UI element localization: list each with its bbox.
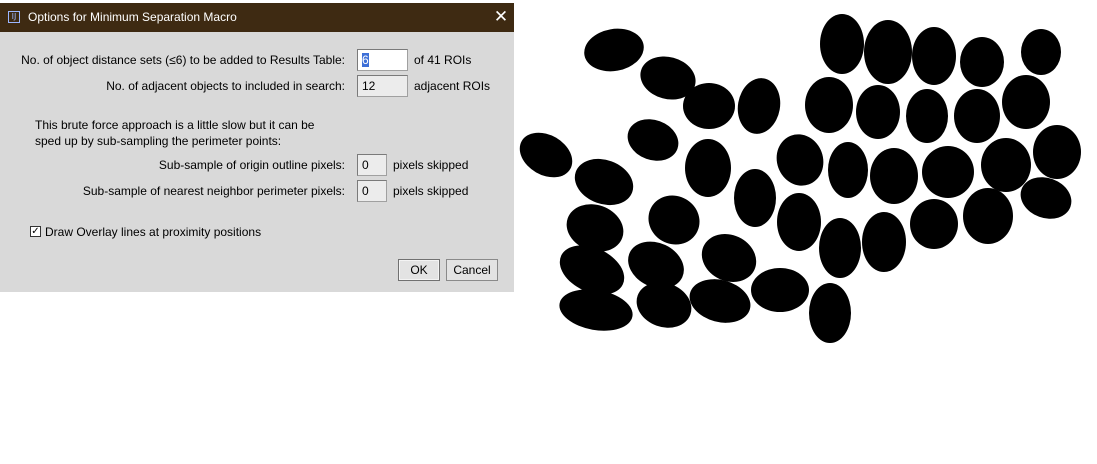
- ok-button[interactable]: OK: [398, 259, 440, 281]
- options-dialog: IJ Options for Minimum Separation Macro …: [0, 3, 514, 292]
- adjacent-objects-label: No. of adjacent objects to included in s…: [106, 79, 345, 93]
- origin-subsample-suffix: pixels skipped: [393, 158, 469, 172]
- cancel-button[interactable]: Cancel: [446, 259, 498, 281]
- particle: [862, 212, 906, 272]
- distance-sets-suffix: of 41 ROIs: [414, 53, 472, 67]
- neighbor-subsample-label: Sub-sample of nearest neighbor perimeter…: [82, 184, 345, 198]
- particle: [828, 142, 868, 198]
- particle: [1033, 125, 1081, 179]
- particle-image: [519, 14, 1081, 343]
- particle: [777, 193, 821, 251]
- adjacent-objects-suffix: adjacent ROIs: [414, 79, 491, 93]
- particle: [559, 289, 633, 331]
- particle: [856, 85, 900, 139]
- imagej-icon: IJ: [8, 11, 20, 23]
- neighbor-subsample-field[interactable]: 0: [357, 180, 387, 202]
- adjacent-objects-field[interactable]: 12: [357, 75, 408, 97]
- particle: [776, 134, 824, 186]
- particle: [584, 28, 644, 72]
- particle: [1002, 75, 1050, 129]
- particle: [809, 283, 851, 343]
- close-icon[interactable]: ✕: [490, 5, 512, 29]
- particle: [1021, 29, 1061, 75]
- particle: [805, 77, 853, 133]
- particle: [864, 20, 912, 84]
- distance-sets-field[interactable]: 6: [357, 49, 408, 71]
- particle: [963, 188, 1013, 244]
- particle: [912, 27, 956, 85]
- particle: [906, 89, 948, 143]
- info-text-line2: sped up by sub-sampling the perimeter po…: [35, 134, 282, 148]
- title-bar[interactable]: IJ Options for Minimum Separation Macro …: [0, 3, 514, 32]
- particle: [870, 148, 918, 204]
- particle: [820, 14, 864, 74]
- particle: [574, 158, 634, 206]
- neighbor-subsample-suffix: pixels skipped: [393, 184, 469, 198]
- info-text-line1: This brute force approach is a little sl…: [35, 118, 315, 132]
- particle: [636, 282, 692, 328]
- particle: [683, 83, 735, 129]
- overlay-checkbox[interactable]: ✓: [30, 226, 41, 237]
- origin-subsample-field[interactable]: 0: [357, 154, 387, 176]
- particle: [922, 146, 974, 198]
- particle: [954, 89, 1000, 143]
- particle: [751, 268, 809, 312]
- particle: [689, 279, 751, 323]
- origin-subsample-label: Sub-sample of origin outline pixels:: [158, 158, 345, 172]
- dialog-title: Options for Minimum Separation Macro: [28, 10, 237, 24]
- particle: [910, 199, 958, 249]
- particle: [960, 37, 1004, 87]
- distance-sets-label: No. of object distance sets (≤6) to be a…: [21, 53, 345, 67]
- particle: [734, 169, 776, 227]
- particle: [737, 78, 781, 134]
- overlay-checkbox-label[interactable]: Draw Overlay lines at proximity position…: [45, 225, 261, 239]
- particle: [685, 139, 731, 197]
- particle: [819, 218, 861, 278]
- particle: [981, 138, 1031, 192]
- particle: [519, 132, 573, 178]
- particle: [627, 119, 679, 161]
